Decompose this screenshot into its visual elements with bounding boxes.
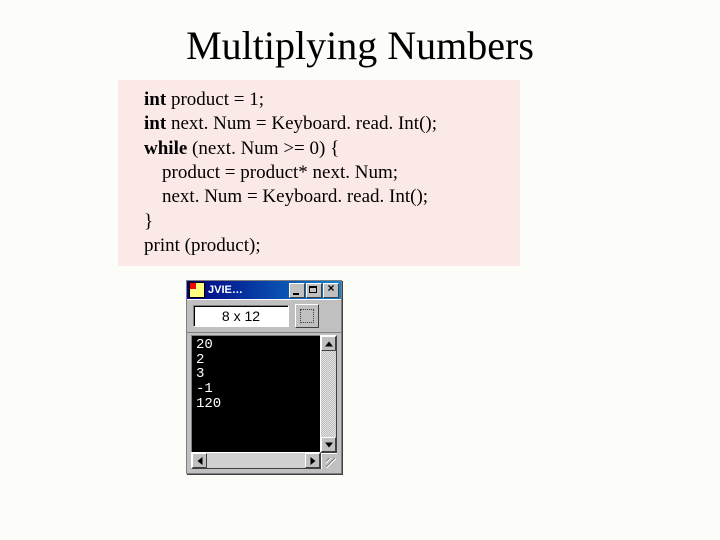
kw-int-2: int [144,113,166,134]
vertical-scrollbar[interactable] [320,335,337,453]
output-line: 20 [196,338,316,353]
horizontal-scrollbar[interactable] [191,452,321,469]
scroll-right-button[interactable] [305,453,320,468]
kw-int-1: int [144,89,166,110]
chevron-right-icon [310,457,315,465]
code-line-2: int next. Num = Keyboard. read. Int(); [126,112,512,136]
window-title: JVIE… [208,284,288,296]
code-block: int product = 1; int next. Num = Keyboar… [118,80,520,266]
maximize-button[interactable] [306,283,322,298]
scroll-down-button[interactable] [321,437,336,452]
code-line-3: while (next. Num >= 0) { [126,137,512,161]
code-rest-3: (next. Num >= 0) { [187,138,339,159]
code-line-6: } [126,210,512,234]
scroll-up-button[interactable] [321,336,336,351]
output-line: 2 [196,353,316,368]
code-rest-2: next. Num = Keyboard. read. Int(); [166,113,437,134]
code-rest-1: product = 1; [166,89,264,110]
slide-title: Multiplying Numbers [0,22,720,69]
chevron-up-icon [325,341,333,346]
code-line-4: product = product* next. Num; [126,161,512,185]
chevron-down-icon [325,442,333,447]
display-field[interactable]: 8 x 12 [193,305,289,327]
output-line: 3 [196,367,316,382]
minimize-button[interactable] [289,283,305,298]
output-line: -1 [196,382,316,397]
window-titlebar[interactable]: JVIE… [187,281,341,299]
kw-while: while [144,138,187,159]
code-line-7: print (product); [126,234,512,258]
console-output[interactable]: 20 2 3 -1 120 [191,335,321,453]
code-line-1: int product = 1; [126,88,512,112]
close-button[interactable] [323,283,339,298]
toolbar: 8 x 12 [187,299,341,333]
selection-tool-button[interactable] [295,304,319,328]
system-menu-icon[interactable] [189,282,205,298]
scroll-left-button[interactable] [192,453,207,468]
resize-grip[interactable] [321,453,337,469]
code-line-5: next. Num = Keyboard. read. Int(); [126,185,512,209]
console-window: JVIE… 8 x 12 20 2 3 -1 120 [186,280,342,474]
output-line: 120 [196,397,316,412]
output-area: 20 2 3 -1 120 [187,333,341,473]
chevron-left-icon [197,457,202,465]
